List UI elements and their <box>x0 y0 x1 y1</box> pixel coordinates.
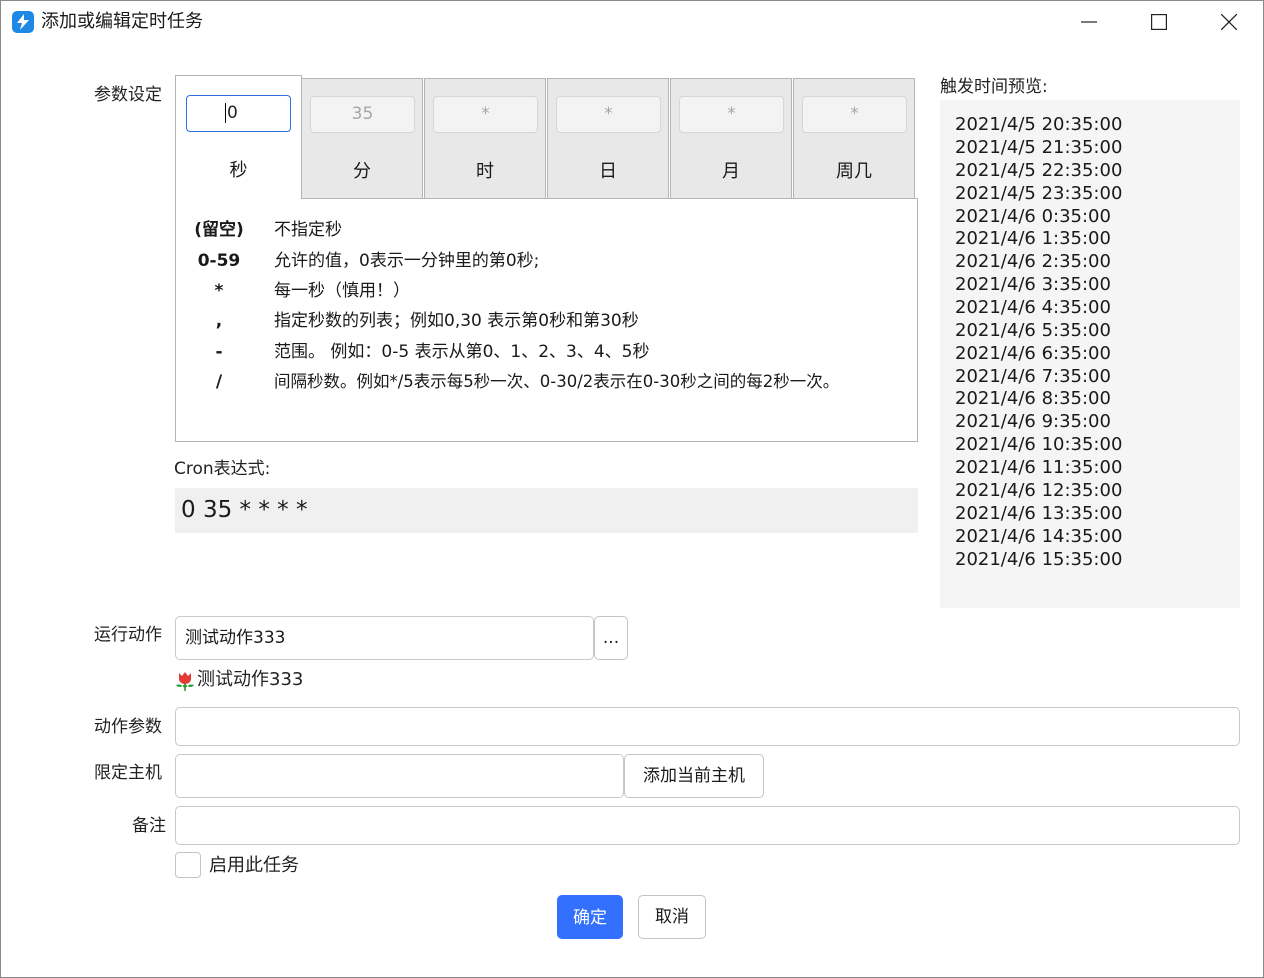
tab-weekday[interactable]: * 周几 <box>793 78 915 199</box>
rule-symbol: 0-59 <box>197 251 241 271</box>
preview-time: 2021/4/6 1:35:00 <box>955 228 1111 249</box>
tab-day[interactable]: * 日 <box>547 78 669 199</box>
preview-time: 2021/4/6 4:35:00 <box>955 297 1111 318</box>
rule-symbol: , <box>215 311 223 331</box>
preview-time: 2021/4/6 5:35:00 <box>955 320 1111 341</box>
rules-panel: (留空) 不指定秒 0-59 允许的值，0表示一分钟里的第0秒; * 每一秒（慎… <box>175 198 918 442</box>
hour-input[interactable]: * <box>433 96 538 133</box>
close-button[interactable] <box>1194 0 1264 44</box>
maximize-icon <box>1151 14 1167 30</box>
preview-time: 2021/4/6 11:35:00 <box>955 457 1123 478</box>
tab-second-label: 秒 <box>229 160 248 181</box>
tab-month[interactable]: * 月 <box>670 78 792 199</box>
second-input[interactable]: 0 <box>186 95 291 132</box>
enable-task-checkbox[interactable] <box>175 852 201 878</box>
rule-description: 允许的值，0表示一分钟里的第0秒; <box>274 251 540 271</box>
tab-minute-label: 分 <box>353 161 371 182</box>
tulip-icon <box>173 669 197 693</box>
rule-description: 指定秒数的列表；例如0,30 表示第0秒和第30秒 <box>274 311 639 331</box>
preview-time: 2021/4/5 23:35:00 <box>955 183 1123 204</box>
preview-time: 2021/4/6 3:35:00 <box>955 274 1111 295</box>
preview-time: 2021/4/5 21:35:00 <box>955 137 1123 158</box>
enable-task-label: 启用此任务 <box>209 855 299 876</box>
text-cursor <box>225 103 226 123</box>
close-icon <box>1221 14 1237 30</box>
note-input[interactable] <box>175 806 1240 845</box>
note-label: 备注 <box>132 816 166 836</box>
preview-time: 2021/4/6 15:35:00 <box>955 549 1123 570</box>
month-input[interactable]: * <box>679 96 784 133</box>
action-input[interactable]: 测试动作333 <box>175 616 594 660</box>
preview-time: 2021/4/5 20:35:00 <box>955 114 1123 135</box>
preview-time: 2021/4/6 12:35:00 <box>955 480 1123 501</box>
tab-hour[interactable]: * 时 <box>424 78 546 199</box>
host-label: 限定主机 <box>94 763 162 783</box>
args-input[interactable] <box>175 707 1240 746</box>
preview-time: 2021/4/5 22:35:00 <box>955 160 1123 181</box>
tab-hour-label: 时 <box>476 161 494 182</box>
day-input[interactable]: * <box>556 96 661 133</box>
preview-time: 2021/4/6 7:35:00 <box>955 366 1111 387</box>
preview-time: 2021/4/6 13:35:00 <box>955 503 1123 524</box>
preview-time: 2021/4/6 10:35:00 <box>955 434 1123 455</box>
second-value: 0 <box>227 103 238 123</box>
rule-symbol: (留空) <box>194 220 244 240</box>
preview-time: 2021/4/6 2:35:00 <box>955 251 1111 272</box>
tab-minute[interactable]: 35 分 <box>301 78 423 199</box>
preview-time: 2021/4/6 14:35:00 <box>955 526 1123 547</box>
rule-symbol: - <box>215 342 223 362</box>
window-title: 添加或编辑定时任务 <box>41 11 203 32</box>
tab-month-label: 月 <box>722 161 740 182</box>
cron-label: Cron表达式: <box>174 459 271 479</box>
tab-day-label: 日 <box>599 161 617 182</box>
app-lightning-icon <box>12 11 34 33</box>
preview-label: 触发时间预览: <box>940 77 1048 97</box>
cron-expression: 0 35 * * * * <box>175 488 918 533</box>
weekday-input[interactable]: * <box>802 96 907 133</box>
tab-second[interactable]: 0 秒 <box>175 75 302 199</box>
rule-symbol: / <box>215 372 223 392</box>
browse-action-button[interactable]: ... <box>594 616 628 660</box>
maximize-button[interactable] <box>1124 0 1194 44</box>
host-input[interactable] <box>175 754 624 798</box>
preview-time: 2021/4/6 0:35:00 <box>955 206 1111 227</box>
cancel-button[interactable]: 取消 <box>638 895 706 939</box>
preview-list: 2021/4/5 20:35:00 2021/4/5 21:35:00 2021… <box>940 100 1240 608</box>
params-label: 参数设定 <box>94 85 162 105</box>
rule-description: 每一秒（慎用！） <box>274 281 410 301</box>
preview-time: 2021/4/6 8:35:00 <box>955 388 1111 409</box>
rule-symbol: * <box>214 281 224 301</box>
args-label: 动作参数 <box>94 717 162 737</box>
minimize-button[interactable] <box>1054 0 1124 44</box>
rule-description: 不指定秒 <box>274 220 342 240</box>
minimize-icon <box>1081 21 1097 23</box>
minute-input[interactable]: 35 <box>310 96 415 133</box>
ok-button[interactable]: 确定 <box>557 895 623 939</box>
rule-description: 范围。 例如：0-5 表示从第0、1、2、3、4、5秒 <box>274 342 650 362</box>
add-current-host-button[interactable]: 添加当前主机 <box>624 754 764 798</box>
action-display: 测试动作333 <box>197 669 304 690</box>
rule-description: 间隔秒数。例如*/5表示每5秒一次、0-30/2表示在0-30秒之间的每2秒一次… <box>274 372 840 391</box>
preview-time: 2021/4/6 9:35:00 <box>955 411 1111 432</box>
tab-weekday-label: 周几 <box>836 161 872 182</box>
preview-time: 2021/4/6 6:35:00 <box>955 343 1111 364</box>
action-label: 运行动作 <box>94 625 162 645</box>
